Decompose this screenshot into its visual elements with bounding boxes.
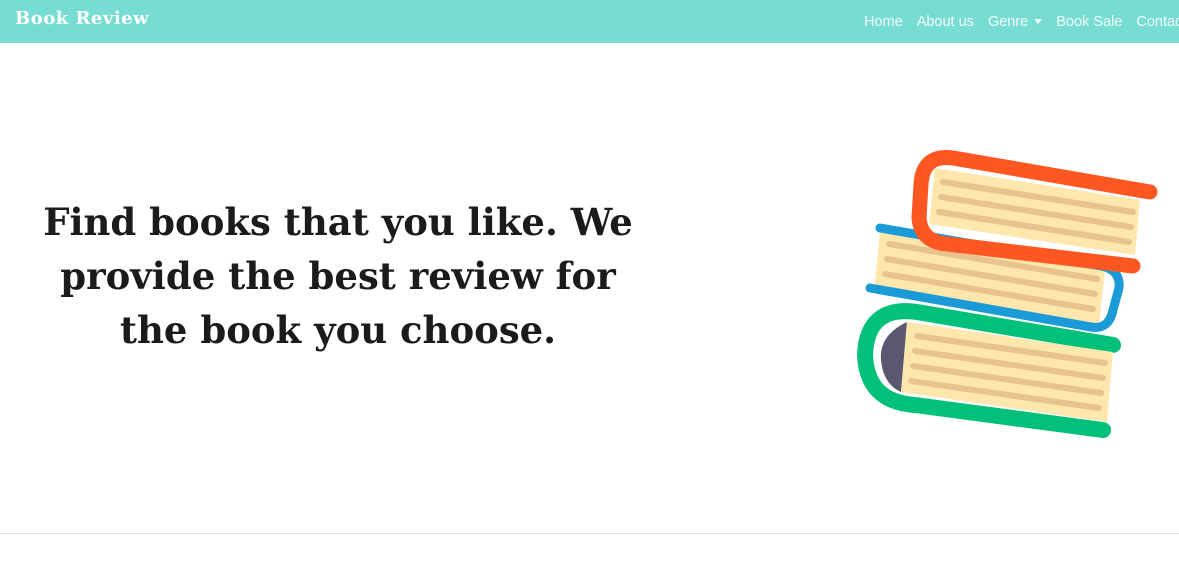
caret-down-icon <box>1034 19 1043 24</box>
top-book <box>911 150 1158 274</box>
nav-book-sale-link[interactable]: Book Sale <box>1056 14 1122 30</box>
nav-contact-link[interactable]: Contac <box>1136 14 1179 30</box>
bottom-book <box>857 303 1121 438</box>
stacked-books-icon <box>857 150 1158 438</box>
nav-genre-dropdown[interactable]: Genre <box>987 13 1043 30</box>
nav-genre-label: Genre <box>987 13 1029 30</box>
brand-logo[interactable]: Book Review <box>15 8 149 29</box>
top-navbar: Book Review Home About us Genre Book Sal… <box>0 0 1179 43</box>
nav-about-link[interactable]: About us <box>917 14 974 30</box>
nav-links: Home About us Genre Book Sale Contac <box>864 0 1179 43</box>
nav-home-link[interactable]: Home <box>864 14 903 30</box>
hero-tagline: Find books that you like. We provide the… <box>43 200 633 352</box>
section-divider <box>0 533 1179 534</box>
